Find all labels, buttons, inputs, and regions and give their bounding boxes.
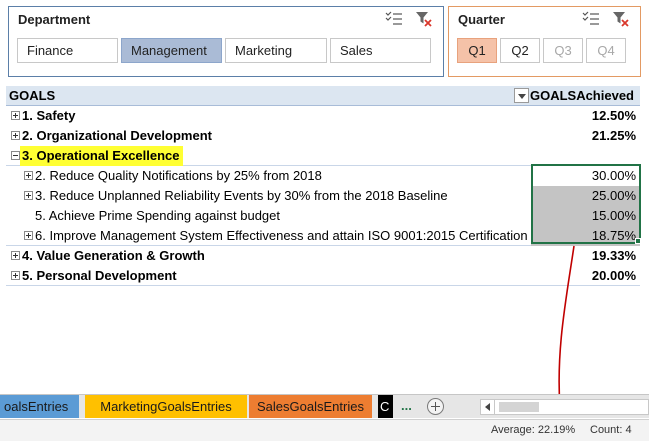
add-sheet-icon[interactable] [427,398,444,415]
horizontal-scrollbar[interactable] [480,399,649,415]
status-average[interactable]: Average: 22.19% [491,424,575,436]
scroll-left-icon[interactable] [481,400,495,414]
status-bar: Average: 22.19% Count: 4 [0,419,649,441]
status-count[interactable]: Count: 4 [590,424,632,436]
sheet-tab-sales-goals-entries[interactable]: SalesGoalsEntries [249,395,372,418]
scroll-thumb[interactable] [499,402,539,412]
sheet-tab-bar: oalsEntries MarketingGoalsEntries SalesG… [0,394,649,418]
annotation-arrow [549,245,575,414]
sheet-tab-marketing-goals-entries[interactable]: MarketingGoalsEntries [85,395,247,418]
more-tabs-button[interactable]: ... [401,395,412,417]
sheet-tab-partial[interactable]: C [378,395,393,418]
sheet-tab-goals-entries[interactable]: oalsEntries [0,395,79,418]
